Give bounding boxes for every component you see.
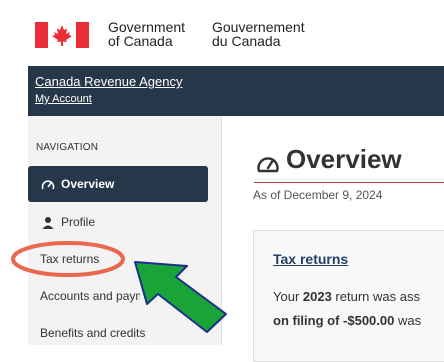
tax-returns-card: Tax returns Your 2023 return was ass on … — [253, 230, 444, 362]
canada-flag-icon — [35, 22, 89, 48]
card-summary-line: on filing of -$500.00 was — [273, 313, 421, 328]
wordmark-line: du Canada — [212, 33, 281, 49]
sidebar-item-label: Accounts and payments — [40, 289, 140, 303]
sidebar-item-label: Profile — [61, 215, 96, 229]
speedometer-icon — [257, 157, 279, 173]
title-underline — [254, 182, 444, 183]
sidebar-item-tax-returns[interactable]: Tax returns — [28, 241, 208, 277]
sidebar-navigation: NAVIGATION Overview Profile Tax returns … — [28, 116, 222, 345]
sidebar-item-overview[interactable]: Overview — [28, 166, 208, 202]
agency-bar: Canada Revenue Agency My Account — [28, 66, 444, 116]
sidebar-item-accounts-payments[interactable]: Accounts and payments — [28, 278, 140, 314]
wordmark-line: Gouvernement — [212, 19, 305, 35]
government-header: Government of Canada Gouvernement du Can… — [0, 0, 444, 66]
main-content: Overview As of December 9, 2024 Tax retu… — [222, 116, 444, 362]
sidebar-item-label: Tax returns — [40, 252, 100, 266]
sidebar-item-label: Benefits and credits — [40, 326, 146, 340]
text-segment: Your — [273, 289, 303, 304]
refund-amount-text: on filing of -$500.00 — [273, 313, 395, 328]
speedometer-icon — [41, 180, 55, 190]
page-title: Overview — [286, 144, 402, 174]
wordmark-line: of Canada — [108, 33, 173, 49]
text-segment: was — [394, 313, 422, 328]
government-wordmark-english: Government of Canada — [108, 20, 185, 48]
as-of-date: As of December 9, 2024 — [253, 188, 383, 202]
government-wordmark-french: Gouvernement du Canada — [212, 20, 305, 48]
card-summary-line: Your 2023 return was ass — [273, 289, 420, 304]
tax-returns-card-link[interactable]: Tax returns — [273, 251, 348, 267]
my-account-link[interactable]: My Account — [35, 93, 92, 105]
sidebar-item-label: Overview — [61, 177, 115, 191]
wordmark-line: Government — [108, 19, 186, 35]
sidebar-item-profile[interactable]: Profile — [28, 204, 208, 240]
tax-year: 2023 — [302, 289, 332, 304]
sidebar-item-benefits-credits[interactable]: Benefits and credits — [28, 315, 208, 351]
nav-heading: NAVIGATION — [36, 142, 99, 153]
agency-name-link[interactable]: Canada Revenue Agency — [35, 74, 182, 89]
text-segment: return was ass — [331, 289, 420, 304]
person-icon — [42, 217, 54, 229]
